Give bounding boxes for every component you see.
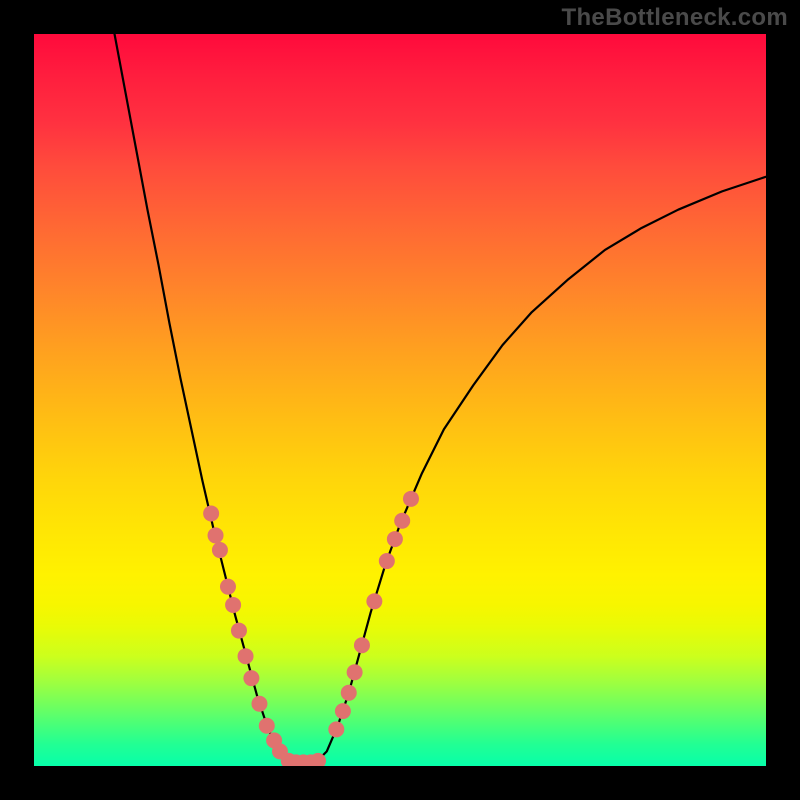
data-marker xyxy=(251,696,267,712)
data-marker xyxy=(328,721,344,737)
data-marker xyxy=(394,513,410,529)
chart-overlay xyxy=(34,34,766,766)
marker-group-left xyxy=(203,505,288,759)
data-marker xyxy=(354,637,370,653)
data-marker xyxy=(347,664,363,680)
data-marker xyxy=(366,593,382,609)
data-marker xyxy=(243,670,259,686)
data-marker xyxy=(231,623,247,639)
plot-area xyxy=(34,34,766,766)
data-marker xyxy=(403,491,419,507)
marker-group-right xyxy=(328,491,419,738)
data-marker xyxy=(238,648,254,664)
marker-group-bottom xyxy=(281,753,326,766)
data-marker xyxy=(335,703,351,719)
data-marker xyxy=(208,527,224,543)
data-marker xyxy=(220,579,236,595)
data-marker xyxy=(387,531,403,547)
data-marker xyxy=(225,597,241,613)
data-marker xyxy=(212,542,228,558)
chart-frame: TheBottleneck.com xyxy=(0,0,800,800)
data-marker xyxy=(379,553,395,569)
data-marker xyxy=(259,718,275,734)
data-marker xyxy=(203,505,219,521)
watermark-text: TheBottleneck.com xyxy=(562,4,788,32)
data-marker xyxy=(341,685,357,701)
bottleneck-curve xyxy=(115,34,766,764)
